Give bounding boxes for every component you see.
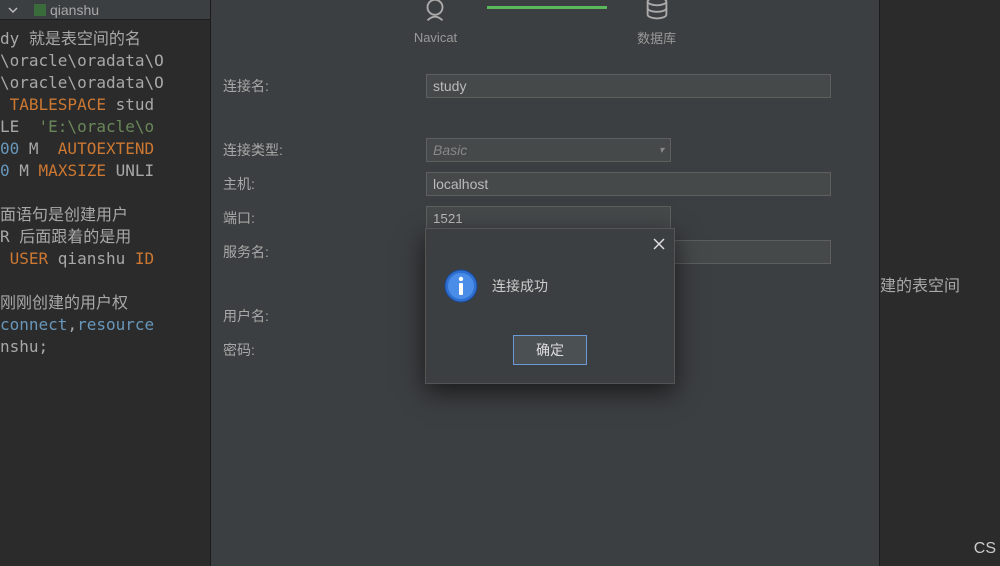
tab-label: qianshu	[50, 2, 99, 18]
code-snippet: 建的表空间	[880, 272, 960, 296]
host-input[interactable]	[426, 172, 831, 196]
step-database[interactable]: 数据库	[637, 0, 676, 47]
step-label: Navicat	[414, 30, 457, 45]
conn-name-input[interactable]	[426, 74, 831, 98]
dialog-message: 连接成功	[492, 276, 548, 296]
conn-name-label: 连接名:	[221, 76, 426, 96]
watermark: CS	[974, 540, 996, 558]
port-label: 端口:	[221, 208, 426, 228]
service-label: 服务名:	[221, 242, 426, 262]
conn-type-select[interactable]: Basic ▾	[426, 138, 671, 162]
right-strip: 建的表空间 CS	[880, 0, 1000, 566]
ok-button[interactable]: 确定	[513, 335, 587, 365]
info-icon	[444, 269, 478, 303]
navicat-icon	[420, 0, 450, 26]
chevron-down-icon: ▾	[659, 145, 664, 156]
host-label: 主机:	[221, 174, 426, 194]
step-label: 数据库	[637, 28, 676, 47]
port-input[interactable]	[426, 206, 671, 230]
code-content[interactable]: dy 就是表空间的名 \oracle\oradata\O \oracle\ora…	[0, 20, 210, 358]
tab-sql-file[interactable]: qianshu	[26, 2, 107, 18]
step-navicat[interactable]: Navicat	[414, 0, 457, 45]
step-connector	[487, 6, 607, 9]
pwd-label: 密码:	[221, 340, 426, 360]
code-pane: qianshu dy 就是表空间的名 \oracle\oradata\O \or…	[0, 0, 210, 566]
user-label: 用户名:	[221, 306, 426, 326]
chevron-down-icon[interactable]	[0, 2, 26, 18]
sql-file-icon	[34, 4, 46, 16]
tab-bar: qianshu	[0, 0, 210, 20]
close-icon[interactable]	[652, 235, 666, 256]
conn-type-label: 连接类型:	[221, 140, 426, 160]
wizard-steps: Navicat 数据库	[211, 0, 879, 50]
success-dialog: 连接成功 确定	[425, 228, 675, 384]
conn-type-value: Basic	[433, 142, 467, 158]
database-icon	[642, 0, 672, 24]
